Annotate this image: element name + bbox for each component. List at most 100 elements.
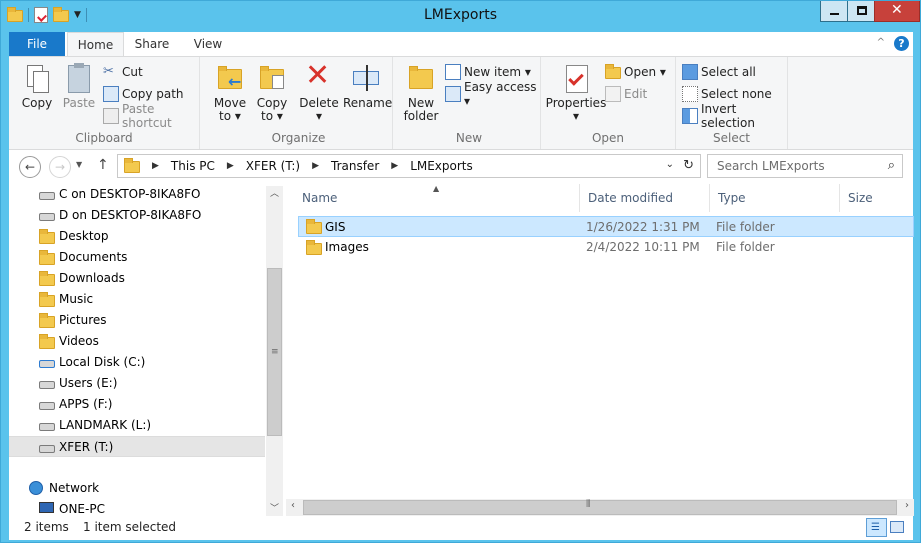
delete-button[interactable]: ✕ Delete ▾ bbox=[299, 59, 339, 123]
nav-item[interactable]: Desktop bbox=[9, 226, 265, 247]
scrollbar-thumb[interactable]: ≡ bbox=[267, 268, 282, 436]
new-group-label: New bbox=[455, 131, 483, 145]
new-folder-button[interactable]: New folder bbox=[402, 61, 440, 123]
new-item-button[interactable]: New item ▾ bbox=[445, 62, 531, 82]
breadcrumb-separator-icon[interactable]: ▶ bbox=[152, 161, 159, 171]
breadcrumb-xfer[interactable]: XFER (T:) bbox=[246, 159, 300, 173]
recent-locations-icon[interactable]: ▼ bbox=[76, 160, 82, 169]
file-date: 2/4/2022 10:11 PM bbox=[586, 240, 700, 254]
column-header-type[interactable]: Type bbox=[710, 184, 840, 212]
scroll-left-icon[interactable]: ‹ bbox=[291, 500, 295, 511]
tab-view[interactable]: View bbox=[185, 32, 231, 56]
minimize-button[interactable] bbox=[820, 1, 848, 22]
downloads-folder-icon bbox=[39, 271, 55, 286]
collapse-ribbon-icon[interactable]: ^ bbox=[877, 37, 885, 48]
cut-label: Cut bbox=[122, 65, 143, 79]
scroll-right-icon[interactable]: › bbox=[905, 500, 909, 511]
open-group-label: Open bbox=[591, 131, 625, 145]
column-header-name[interactable]: Name bbox=[294, 184, 580, 212]
edit-button[interactable]: Edit bbox=[605, 84, 647, 104]
nav-item[interactable]: D on DESKTOP-8IKA8FO bbox=[9, 205, 265, 226]
nav-item-label: XFER (T:) bbox=[59, 440, 114, 454]
scroll-up-icon[interactable]: ︿ bbox=[270, 186, 279, 199]
refresh-icon[interactable]: ↻ bbox=[683, 158, 694, 173]
search-icon[interactable]: ⌕ bbox=[888, 158, 895, 173]
nav-item-label: APPS (F:) bbox=[59, 397, 113, 411]
nav-item[interactable]: C on DESKTOP-8IKA8FO bbox=[9, 184, 265, 205]
select-all-label: Select all bbox=[701, 65, 756, 79]
help-icon[interactable]: ? bbox=[894, 36, 909, 51]
paste-shortcut-button[interactable]: Paste shortcut bbox=[103, 102, 199, 130]
nav-item-label: Desktop bbox=[59, 229, 109, 243]
easy-access-label: Easy access ▾ bbox=[464, 80, 537, 108]
nav-item[interactable]: Pictures bbox=[9, 310, 265, 331]
nav-item-label: Users (E:) bbox=[59, 376, 118, 390]
nav-item[interactable]: Network bbox=[9, 478, 265, 499]
clipboard-group: Copy Paste ✂ Cut Copy path Paste shortcut… bbox=[9, 57, 200, 149]
file-row[interactable]: GIS 1/26/2022 1:31 PM File folder bbox=[298, 216, 914, 237]
ribbon-tab-bar: File Home Share View ^ ? bbox=[9, 32, 913, 56]
file-row[interactable]: Images 2/4/2022 10:11 PM File folder bbox=[298, 237, 914, 258]
details-view-button[interactable]: ☰ bbox=[866, 518, 887, 537]
close-button[interactable]: ✕ bbox=[874, 1, 920, 22]
move-to-button[interactable]: ← Move to ▾ bbox=[211, 61, 249, 123]
up-arrow-icon[interactable]: ↑ bbox=[97, 157, 109, 173]
select-all-button[interactable]: Select all bbox=[682, 62, 756, 82]
rename-button[interactable]: Rename bbox=[343, 61, 392, 110]
tab-home[interactable]: Home bbox=[67, 32, 124, 56]
documents-folder-icon bbox=[39, 250, 55, 265]
large-icons-view-button[interactable] bbox=[890, 521, 904, 533]
nav-item[interactable]: Music bbox=[9, 289, 265, 310]
search-box[interactable]: Search LMExports ⌕ bbox=[707, 154, 903, 178]
copy-button[interactable]: Copy bbox=[19, 61, 55, 110]
forward-button[interactable]: → bbox=[49, 156, 71, 178]
easy-access-button[interactable]: Easy access ▾ bbox=[445, 80, 540, 108]
search-input[interactable]: Search LMExports bbox=[717, 159, 825, 173]
breadcrumb-this-pc[interactable]: This PC bbox=[171, 159, 215, 173]
invert-selection-button[interactable]: Invert selection bbox=[682, 102, 787, 130]
nav-item[interactable]: Local Disk (C:) bbox=[9, 352, 265, 373]
move-to-label-2: to ▾ bbox=[219, 109, 241, 123]
nav-item[interactable]: Users (E:) bbox=[9, 373, 265, 394]
file-type: File folder bbox=[716, 240, 775, 254]
breadcrumb-separator-icon[interactable]: ▶ bbox=[312, 161, 319, 171]
paste-button[interactable]: Paste bbox=[61, 61, 97, 110]
nav-item[interactable]: APPS (F:) bbox=[9, 394, 265, 415]
nav-item[interactable]: LANDMARK (L:) bbox=[9, 415, 265, 436]
column-header-size[interactable]: Size bbox=[840, 184, 913, 212]
column-header-date[interactable]: Date modified bbox=[580, 184, 710, 212]
nav-item[interactable]: XFER (T:) bbox=[9, 436, 265, 457]
window-controls: ✕ bbox=[820, 1, 920, 22]
maximize-button[interactable] bbox=[847, 1, 875, 22]
tab-share[interactable]: Share bbox=[129, 32, 175, 56]
edit-label: Edit bbox=[624, 87, 648, 101]
file-list-scrollbar[interactable]: ‹ ⦀ › bbox=[286, 499, 914, 516]
invert-selection-icon bbox=[682, 108, 698, 124]
scrollbar-thumb[interactable]: ⦀ bbox=[303, 499, 897, 515]
copy-path-button[interactable]: Copy path bbox=[103, 84, 184, 104]
scroll-down-icon[interactable]: ﹀ bbox=[270, 501, 279, 514]
open-button[interactable]: Open ▾ bbox=[605, 62, 666, 82]
navigation-scrollbar[interactable]: ︿ ≡ ﹀ bbox=[266, 186, 283, 516]
edit-icon bbox=[605, 86, 621, 102]
cut-button[interactable]: ✂ Cut bbox=[103, 62, 143, 82]
breadcrumb-transfer[interactable]: Transfer bbox=[331, 159, 379, 173]
copy-folder-icon bbox=[256, 61, 288, 95]
breadcrumb-lmexports[interactable]: LMExports bbox=[410, 159, 473, 173]
file-date: 1/26/2022 1:31 PM bbox=[586, 220, 700, 234]
back-button[interactable]: ← bbox=[19, 156, 41, 178]
breadcrumb-separator-icon[interactable]: ▶ bbox=[391, 161, 398, 171]
nav-item[interactable]: Documents bbox=[9, 247, 265, 268]
nav-item[interactable]: Downloads bbox=[9, 268, 265, 289]
paste-icon bbox=[63, 61, 95, 95]
properties-button[interactable]: Properties ▾ bbox=[545, 61, 607, 123]
select-none-button[interactable]: Select none bbox=[682, 84, 772, 104]
navigation-bar: ← → ▼ ↑ ▶ This PC ▶ XFER (T:) ▶ Transfer… bbox=[9, 150, 913, 184]
copy-to-button[interactable]: Copy to ▾ bbox=[253, 61, 291, 123]
tab-file[interactable]: File bbox=[9, 32, 65, 56]
breadcrumb-separator-icon[interactable]: ▶ bbox=[227, 161, 234, 171]
address-bar[interactable]: ▶ This PC ▶ XFER (T:) ▶ Transfer ▶ LMExp… bbox=[117, 154, 701, 178]
address-history-chevron-icon[interactable]: ⌄ bbox=[666, 159, 674, 170]
nav-item[interactable]: Videos bbox=[9, 331, 265, 352]
navigation-pane: C on DESKTOP-8IKA8FO D on DESKTOP-8IKA8FO… bbox=[9, 184, 265, 516]
